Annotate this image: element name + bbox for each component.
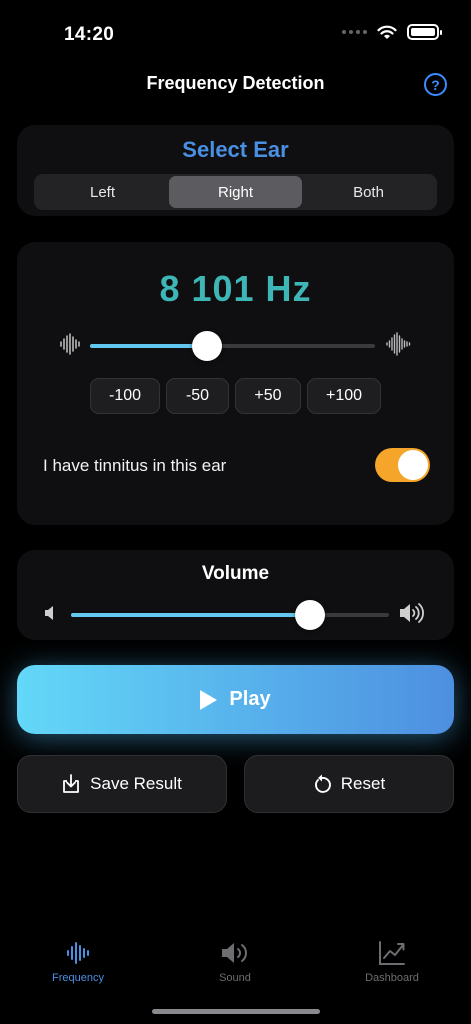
play-icon	[200, 689, 218, 710]
play-label: Play	[229, 688, 271, 710]
ear-option-right[interactable]: Right	[169, 176, 302, 208]
volume-high-icon	[400, 603, 424, 623]
frequency-slider-fill	[90, 344, 207, 348]
tab-bar: Frequency Sound Dashboard	[0, 930, 471, 1000]
page-title: Frequency Detection	[146, 73, 325, 93]
play-button[interactable]: Play	[17, 665, 454, 734]
status-time: 14:20	[64, 24, 115, 45]
tinnitus-toggle[interactable]	[375, 448, 430, 482]
step-minus-100-button[interactable]: -100	[90, 378, 160, 414]
frequency-value: 8 101 Hz	[159, 268, 312, 309]
ear-option-left[interactable]: Left	[36, 176, 169, 208]
help-button[interactable]: ?	[424, 73, 447, 96]
frequency-card: 8 101 Hz -100 -50 +50 +100 I have tinnit…	[17, 242, 454, 525]
tab-dashboard[interactable]: Dashboard	[337, 940, 447, 984]
ear-option-both[interactable]: Both	[302, 176, 435, 208]
tinnitus-label: I have tinnitus in this ear	[43, 456, 227, 475]
wifi-icon	[377, 25, 397, 39]
battery-icon	[407, 24, 442, 40]
frequency-step-buttons: -100 -50 +50 +100	[90, 378, 381, 414]
step-plus-100-button[interactable]: +100	[307, 378, 381, 414]
reset-label: Reset	[340, 774, 386, 793]
ear-segmented-control: Left Right Both	[34, 174, 437, 210]
status-icons	[342, 24, 442, 40]
frequency-slider-thumb[interactable]	[191, 331, 222, 361]
ear-select-card: Select Ear Left Right Both	[17, 125, 454, 216]
volume-slider-thumb[interactable]	[294, 600, 325, 630]
save-result-label: Save Result	[90, 774, 182, 793]
chart-icon	[379, 941, 405, 965]
save-result-button[interactable]: Save Result	[17, 755, 227, 813]
tab-dashboard-label: Dashboard	[365, 972, 419, 984]
step-plus-50-button[interactable]: +50	[235, 378, 301, 414]
reset-button[interactable]: Reset	[244, 755, 454, 813]
tab-frequency[interactable]: Frequency	[23, 940, 133, 984]
tinnitus-toggle-knob	[398, 450, 428, 480]
frequency-slider[interactable]	[90, 331, 375, 361]
ear-select-title: Select Ear	[182, 137, 289, 162]
low-frequency-waveform-icon	[60, 333, 80, 355]
home-indicator	[152, 1009, 320, 1014]
status-bar: 14:20	[0, 0, 471, 60]
tab-sound[interactable]: Sound	[180, 940, 290, 984]
volume-title: Volume	[201, 563, 270, 584]
step-minus-50-button[interactable]: -50	[166, 378, 229, 414]
volume-low-icon	[45, 606, 53, 620]
volume-slider-fill	[71, 613, 310, 617]
cellular-signal-icon	[342, 30, 367, 34]
volume-card: Volume	[17, 550, 454, 640]
tab-frequency-label: Frequency	[52, 972, 104, 984]
waveform-icon	[67, 942, 89, 964]
high-frequency-waveform-icon	[386, 332, 411, 356]
volume-slider[interactable]	[71, 600, 389, 630]
tab-sound-label: Sound	[219, 972, 251, 984]
save-download-icon	[63, 774, 80, 793]
speaker-icon	[222, 943, 247, 963]
reset-arrow-icon	[314, 774, 331, 793]
